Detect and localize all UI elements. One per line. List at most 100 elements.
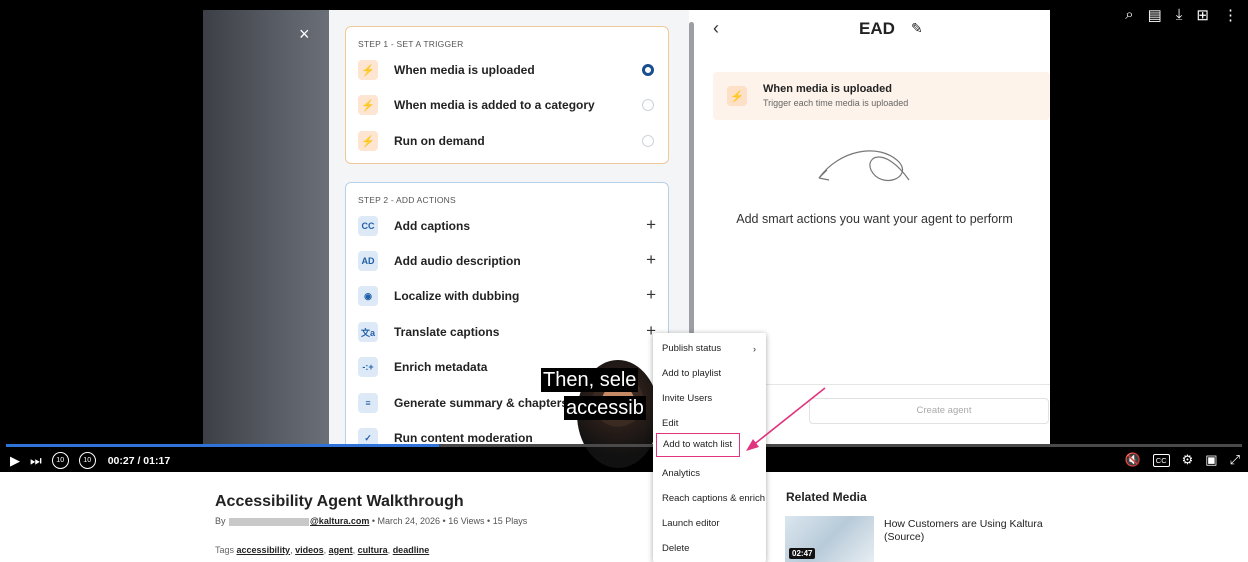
step2-title: STEP 2 - ADD ACTIONS <box>358 195 456 205</box>
tags-prefix: Tags <box>215 545 235 555</box>
radio-unselected <box>642 135 654 147</box>
action-dubbing: ◉ Localize with dubbing + <box>358 285 658 307</box>
tag-link[interactable]: accessibility <box>237 545 291 555</box>
enrich-icon: -:+ <box>358 357 378 377</box>
tag-link[interactable]: agent <box>329 545 353 555</box>
swirl-arrow-icon <box>818 150 910 181</box>
translate-icon: 文a <box>358 322 378 342</box>
cc-icon[interactable]: CC <box>1152 453 1170 467</box>
trigger-option-on-demand: ⚡ Run on demand <box>358 130 658 152</box>
plus-icon: + <box>646 215 656 234</box>
trigger-option-label: When media is uploaded <box>394 63 535 77</box>
play-icon[interactable]: ▶ <box>10 453 20 469</box>
menu-item-analytics[interactable]: Analytics <box>653 462 766 486</box>
tag-link[interactable]: deadline <box>393 545 430 555</box>
chevron-right-icon: › <box>753 344 756 354</box>
agent-title: EAD <box>859 19 895 38</box>
gear-icon[interactable]: ⚙ <box>1182 452 1194 468</box>
media-views: 16 Views <box>448 516 485 526</box>
menu-item-launch-editor[interactable]: Launch editor <box>653 512 766 536</box>
transcript-icon[interactable]: ▤ <box>1148 6 1162 24</box>
action-audio-description: AD Add audio description + <box>358 250 658 272</box>
grid-icon[interactable]: ⊞ <box>1196 6 1209 24</box>
owner-email-link[interactable]: @kaltura.com <box>310 516 369 526</box>
audio-description-icon: AD <box>358 251 378 271</box>
create-agent-button: Create agent <box>809 398 1049 424</box>
trigger-card-title: When media is uploaded <box>763 83 892 95</box>
captions-icon: CC <box>358 216 378 236</box>
step1-title: STEP 1 - SET A TRIGGER <box>358 39 464 49</box>
trigger-option-uploaded: ⚡ When media is uploaded <box>358 59 658 81</box>
related-thumbnail[interactable]: 02:47 <box>785 516 874 562</box>
menu-item-delete[interactable]: Delete <box>653 537 766 561</box>
media-plays: 15 Plays <box>492 516 528 526</box>
more-vertical-icon[interactable]: ⋮ <box>1223 6 1238 24</box>
media-byline: By @kaltura.com • March 24, 2026 • 16 Vi… <box>215 516 528 526</box>
dubbing-icon: ◉ <box>358 286 378 306</box>
trigger-option-category: ⚡ When media is added to a category <box>358 94 658 116</box>
close-icon: × <box>299 24 310 44</box>
radio-unselected <box>642 99 654 111</box>
selected-trigger-card: ⚡ When media is uploaded Trigger each ti… <box>713 72 1050 120</box>
media-tags: Tags accessibility, videos, agent, cultu… <box>215 545 430 555</box>
controls-right: 🔇 CC ⚙ ▣ ⤢ <box>1125 452 1240 468</box>
controls-left: ▶ ⏭ 10 10 00:27 / 01:17 <box>10 452 170 469</box>
menu-item-label: Publish status <box>662 343 722 354</box>
duration-badge: 02:47 <box>789 548 816 559</box>
action-label: Generate summary & chapters <box>394 396 569 410</box>
menu-item-invite-users[interactable]: Invite Users <box>653 387 766 411</box>
action-label: Run content moderation <box>394 431 533 444</box>
search-icon[interactable]: ⌕ <box>1125 6 1133 24</box>
menu-item-add-to-playlist[interactable]: Add to playlist <box>653 362 766 386</box>
redacted-name <box>229 517 310 526</box>
action-label: Enrich metadata <box>394 360 488 374</box>
lightning-icon: ⚡ <box>358 95 378 115</box>
next-icon[interactable]: ⏭ <box>30 453 42 469</box>
rewind-10-icon[interactable]: 10 <box>51 452 69 469</box>
dialog-scrollbar <box>689 22 694 334</box>
action-label: Localize with dubbing <box>394 289 520 303</box>
time-display: 00:27 / 01:17 <box>107 454 171 467</box>
plus-icon: + <box>646 250 656 269</box>
trigger-option-label: When media is added to a category <box>394 98 595 112</box>
action-label: Add audio description <box>394 254 521 268</box>
caption-line-1: Then, sele <box>541 368 639 392</box>
tag-link[interactable]: cultura <box>358 545 388 555</box>
empty-state-text: Add smart actions you want your agent to… <box>736 212 1013 226</box>
plus-icon: + <box>646 285 656 304</box>
radio-selected <box>642 64 654 76</box>
action-label: Translate captions <box>394 325 500 339</box>
forward-10-icon[interactable]: 10 <box>78 452 96 469</box>
trigger-card-subtitle: Trigger each time media is uploaded <box>763 98 909 108</box>
page-root: × STEP 1 - SET A TRIGGER ⚡ When media is… <box>0 0 1248 562</box>
media-date: March 24, 2026 <box>377 516 441 526</box>
lightning-icon: ⚡ <box>358 131 378 151</box>
context-menu: Publish status › Add to playlist Invite … <box>653 333 766 562</box>
step1-panel: STEP 1 - SET A TRIGGER ⚡ When media is u… <box>345 26 669 164</box>
action-add-captions: CC Add captions + <box>358 215 658 237</box>
related-media-heading: Related Media <box>786 490 867 504</box>
video-player[interactable]: × STEP 1 - SET A TRIGGER ⚡ When media is… <box>0 0 1248 472</box>
progress-fill <box>6 444 439 447</box>
moderation-icon: ✓ <box>358 428 378 444</box>
picture-in-picture-icon[interactable]: ▣ <box>1205 452 1217 468</box>
chevron-left-icon: ‹ <box>713 18 719 38</box>
lightning-icon: ⚡ <box>358 60 378 80</box>
media-title: Accessibility Agent Walkthrough <box>215 493 464 510</box>
action-translate: 文a Translate captions + <box>358 321 658 343</box>
fullscreen-icon[interactable]: ⤢ <box>1230 452 1240 468</box>
menu-item-add-to-watch-list[interactable]: Add to watch list <box>656 433 740 457</box>
by-prefix: By <box>215 516 226 526</box>
action-label: Add captions <box>394 219 471 233</box>
menu-item-publish-status[interactable]: Publish status › <box>653 337 766 361</box>
player-top-toolbar: ⌕ ▤ ⤓ ⊞ ⋮ <box>1125 6 1238 24</box>
related-item-title[interactable]: How Customers are Using Kaltura (Source) <box>884 518 1054 544</box>
pencil-icon: ✎ <box>911 20 923 36</box>
lightning-icon: ⚡ <box>727 86 747 106</box>
mute-icon[interactable]: 🔇 <box>1125 452 1141 468</box>
summary-icon: ≡ <box>358 393 378 413</box>
tag-link[interactable]: videos <box>295 545 324 555</box>
download-icon[interactable]: ⤓ <box>1176 6 1183 24</box>
video-background-blur: × <box>203 10 329 444</box>
menu-item-reach-captions[interactable]: Reach captions & enrich <box>653 487 766 511</box>
